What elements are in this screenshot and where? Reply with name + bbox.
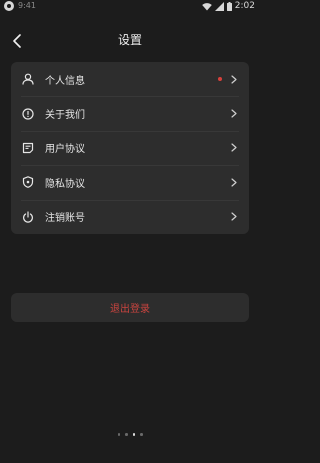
chevron-right-icon — [230, 74, 238, 84]
page-dot — [125, 433, 128, 436]
status-clock: 2:02 — [234, 1, 255, 11]
menu-item-delete-account[interactable]: 注销账号 — [11, 199, 249, 234]
menu-item-personal-info[interactable]: 个人信息 — [11, 62, 249, 96]
status-bar: 9:41 2:02 — [0, 0, 260, 14]
page-title: 设置 — [117, 33, 142, 47]
battery-icon — [226, 1, 232, 11]
menu-item-label: 隐私协议 — [45, 178, 85, 190]
unread-badge — [218, 77, 222, 82]
chevron-right-icon — [230, 143, 238, 153]
user-icon — [21, 72, 35, 86]
android-icon — [4, 1, 14, 11]
logout-button[interactable]: 退出登录 — [11, 293, 249, 322]
wifi-icon — [201, 2, 212, 10]
settings-screen: 9:41 2:02 设置 个人信息 关于我们 用户协议 隐私协议 注销账号 退出… — [0, 0, 260, 463]
chevron-right-icon — [230, 212, 238, 222]
menu-item-privacy-policy[interactable]: 隐私协议 — [11, 165, 249, 199]
status-left-time: 9:41 — [18, 0, 36, 10]
menu-item-label: 关于我们 — [45, 110, 85, 122]
power-icon — [21, 210, 35, 224]
menu-item-user-agreement[interactable]: 用户协议 — [11, 130, 249, 165]
status-left: 9:41 — [4, 1, 36, 11]
menu-item-label: 用户协议 — [45, 144, 85, 156]
page-dot — [117, 433, 120, 436]
page-indicator — [0, 433, 260, 436]
header: 设置 — [0, 26, 260, 56]
document-icon — [21, 141, 35, 155]
chevron-right-icon — [230, 109, 238, 119]
status-right: 2:02 — [201, 1, 255, 11]
shield-icon — [21, 175, 35, 189]
page-dot-active — [132, 433, 135, 436]
menu-item-about-us[interactable]: 关于我们 — [11, 96, 249, 130]
chevron-right-icon — [230, 177, 238, 187]
signal-icon — [214, 1, 224, 11]
info-icon — [21, 107, 35, 121]
settings-menu: 个人信息 关于我们 用户协议 隐私协议 注销账号 — [11, 62, 249, 234]
menu-item-label: 注销账号 — [45, 213, 85, 225]
page-dot — [140, 433, 143, 436]
menu-item-label: 个人信息 — [45, 75, 85, 87]
